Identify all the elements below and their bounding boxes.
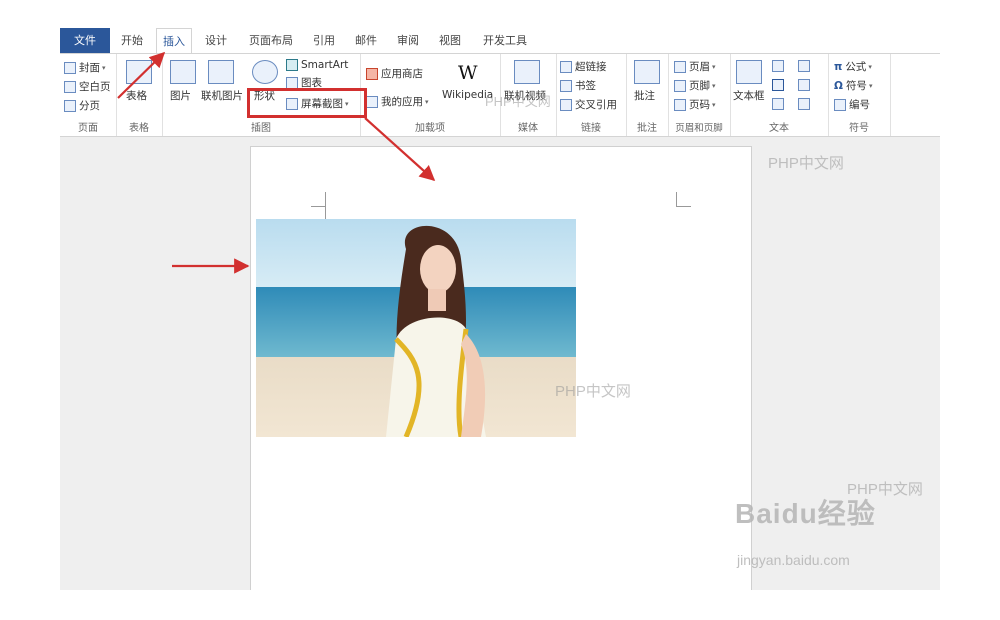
annotation-arrows	[117, 51, 436, 274]
arrow-to-insert-tab	[117, 51, 166, 99]
arrow-to-page	[364, 117, 436, 182]
